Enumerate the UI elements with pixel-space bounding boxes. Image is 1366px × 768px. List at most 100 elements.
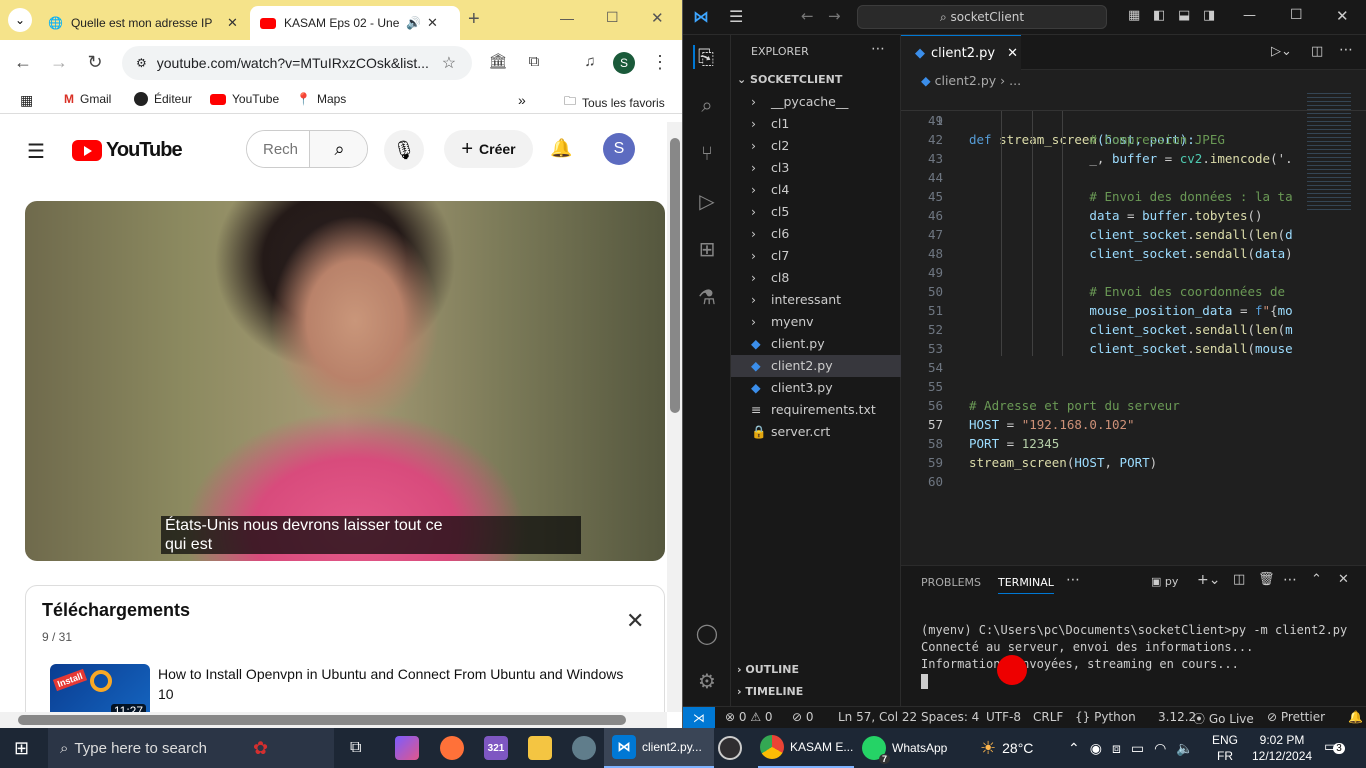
site-info-icon[interactable]: ⚙ — [136, 56, 147, 70]
obs-icon[interactable] — [718, 728, 742, 768]
clock[interactable]: 9:02 PM 12/12/2024 — [1252, 732, 1312, 764]
search-box[interactable]: ⌕ — [246, 130, 368, 168]
minimize-button[interactable]: — — [1243, 8, 1256, 23]
meet-icon[interactable]: ⧈ — [1112, 740, 1121, 757]
maximize-button[interactable]: ☐ — [606, 9, 619, 26]
volume-icon[interactable]: 🔈 — [1176, 740, 1193, 757]
new-tab-button[interactable]: + — [468, 8, 480, 31]
back-icon[interactable]: ← — [801, 7, 814, 25]
code-line[interactable]: 51 mouse_position_data = f"{mo — [901, 301, 1366, 320]
code-line[interactable]: 47 client_socket.sendall(len(d — [901, 225, 1366, 244]
tree-item[interactable]: › cl3 — [731, 157, 901, 179]
tree-item[interactable]: › cl4 — [731, 179, 901, 201]
toggle-panel-icon[interactable]: ⬓ — [1178, 8, 1190, 23]
python-version[interactable]: 3.12.2 — [1158, 710, 1196, 724]
prettier[interactable]: ⊘ Prettier — [1267, 710, 1325, 724]
code-line[interactable]: 52 client_socket.sendall(len(m — [901, 320, 1366, 339]
bookmark-maps[interactable]: 📍 Maps — [296, 92, 346, 106]
tree-item[interactable]: › interessant — [731, 289, 901, 311]
taskbar-app-whatsapp[interactable]: 7 WhatsApp — [860, 728, 956, 768]
scroll-thumb[interactable] — [18, 715, 626, 725]
code-line[interactable]: 54 — [901, 358, 1366, 377]
horizontal-scrollbar[interactable] — [0, 712, 667, 728]
breadcrumb[interactable]: ◆ client2.py › ... — [921, 73, 1021, 88]
trash-icon[interactable]: 🗑 — [1258, 572, 1275, 587]
code-line[interactable]: 53 client_socket.sendall(mouse — [901, 339, 1366, 358]
more-actions-icon[interactable]: ⋯ — [871, 41, 885, 57]
url-text[interactable]: youtube.com/watch?v=MTuIRxzCOsk&list... — [157, 55, 432, 71]
address-bar[interactable]: ⚙ youtube.com/watch?v=MTuIRxzCOsk&list..… — [122, 46, 472, 80]
minimize-button[interactable]: — — [560, 10, 574, 26]
sticky-scroll[interactable]: 9 def stream_screen(host, port): — [901, 92, 1366, 147]
hamburger-icon[interactable]: ☰ — [27, 139, 45, 164]
code-line[interactable]: 60 — [901, 472, 1366, 491]
tree-item[interactable]: 🔒 server.crt — [731, 421, 901, 443]
code-line[interactable]: 43 _, buffer = cv2.imencode('. — [901, 149, 1366, 168]
tab-problems[interactable]: PROBLEMS — [921, 576, 981, 589]
system-tray[interactable]: ⌃ ◉ ⧈ ▭ ◠ 🔈 — [1068, 728, 1194, 768]
split-terminal-icon[interactable]: ◫ — [1233, 572, 1245, 587]
tree-item[interactable]: ◆ client3.py — [731, 377, 901, 399]
ports-status[interactable]: ⊘ 0 — [792, 710, 814, 724]
code-line[interactable]: 49 — [901, 263, 1366, 282]
run-icon[interactable]: ▷⌄ — [1271, 44, 1292, 59]
settings-gear-icon[interactable]: ⚙ — [695, 669, 719, 693]
tab-kasam[interactable]: KASAM Eps 02 - Une h 🔊 ✕ — [250, 6, 460, 40]
reload-icon[interactable]: ↻ — [83, 50, 107, 74]
code-line[interactable]: 41 — [901, 111, 1366, 130]
close-icon[interactable]: ✕ — [626, 608, 644, 634]
weather[interactable]: ☀ 28°C — [980, 728, 1033, 768]
language-mode[interactable]: {} Python — [1075, 710, 1136, 724]
audio-icon[interactable]: 🔊 — [406, 16, 421, 30]
bookmarks-more-icon[interactable]: » — [518, 92, 526, 108]
scroll-thumb[interactable] — [670, 138, 680, 413]
notification-center[interactable]: ▭3 — [1324, 738, 1345, 755]
project-header[interactable]: ⌄ SOCKETCLIENT — [737, 73, 842, 86]
code-line[interactable]: 56 # Adresse et port du serveur — [901, 396, 1366, 415]
code-line[interactable]: 46 data = buffer.tobytes() — [901, 206, 1366, 225]
all-favorites[interactable]: 🗀 Tous les favoris — [564, 92, 665, 113]
code-line[interactable]: 59 stream_screen(HOST, PORT) — [901, 453, 1366, 472]
problems-status[interactable]: ⊗ 0 ⚠ 0 — [725, 710, 773, 724]
run-debug-icon[interactable]: ▷ — [695, 189, 719, 213]
code-line[interactable]: 44 — [901, 168, 1366, 187]
extension-icon[interactable]: 🏛 — [486, 50, 510, 74]
firefox-icon[interactable] — [440, 728, 464, 768]
paint-icon[interactable] — [572, 728, 596, 768]
code-line[interactable]: 55 — [901, 377, 1366, 396]
close-panel-icon[interactable]: ✕ — [1338, 572, 1349, 587]
profile-avatar[interactable]: S — [613, 52, 635, 74]
vertical-scrollbar[interactable] — [667, 122, 682, 712]
cursor-position[interactable]: Ln 57, Col 22 — [838, 710, 917, 724]
tree-item[interactable]: › cl6 — [731, 223, 901, 245]
mic-icon[interactable]: 🎙 — [384, 130, 424, 170]
toggle-secondary-icon[interactable]: ◨ — [1203, 8, 1215, 23]
code-line[interactable]: 48 client_socket.sendall(data) — [901, 244, 1366, 263]
account-avatar[interactable]: S — [603, 133, 635, 165]
tree-item[interactable]: › __pycache__ — [731, 91, 901, 113]
language-indicator[interactable]: ENG FR — [1212, 732, 1238, 764]
taskbar-app-chrome[interactable]: KASAM E... — [758, 728, 854, 768]
star-icon[interactable]: ☆ — [442, 53, 456, 73]
tab-terminal[interactable]: TERMINAL — [998, 576, 1054, 594]
maximize-panel-icon[interactable]: ⌃ — [1311, 572, 1322, 587]
indentation[interactable]: Spaces: 4 — [921, 710, 979, 724]
tree-item[interactable]: ≡ requirements.txt — [731, 399, 901, 421]
close-window-button[interactable]: ✕ — [1336, 7, 1349, 25]
windows-start-icon[interactable]: ⊞ — [14, 728, 29, 768]
code-line[interactable]: 57 HOST = "192.168.0.102" — [901, 415, 1366, 434]
file-explorer-icon[interactable] — [528, 728, 552, 768]
tab-search-icon[interactable]: ⌄ — [8, 8, 32, 32]
taskbar-search[interactable]: ⌕ Type here to search ✿ — [48, 728, 334, 768]
toggle-sidebar-icon[interactable]: ◧ — [1153, 8, 1165, 23]
search-icon[interactable]: ⌕ — [309, 131, 367, 167]
outline-section[interactable]: › OUTLINE — [737, 663, 799, 676]
notifications-icon[interactable]: 🔔 — [1348, 710, 1363, 724]
menu-icon[interactable]: ☰ — [729, 7, 743, 26]
taskbar-app-vscode[interactable]: ⋈ client2.py... — [604, 728, 714, 768]
create-button[interactable]: + Créer — [444, 130, 533, 168]
tree-item[interactable]: › cl1 — [731, 113, 901, 135]
explorer-icon[interactable]: ⎘ — [693, 45, 717, 69]
forward-icon[interactable]: → — [47, 50, 71, 74]
account-icon[interactable]: ◯ — [695, 621, 719, 645]
